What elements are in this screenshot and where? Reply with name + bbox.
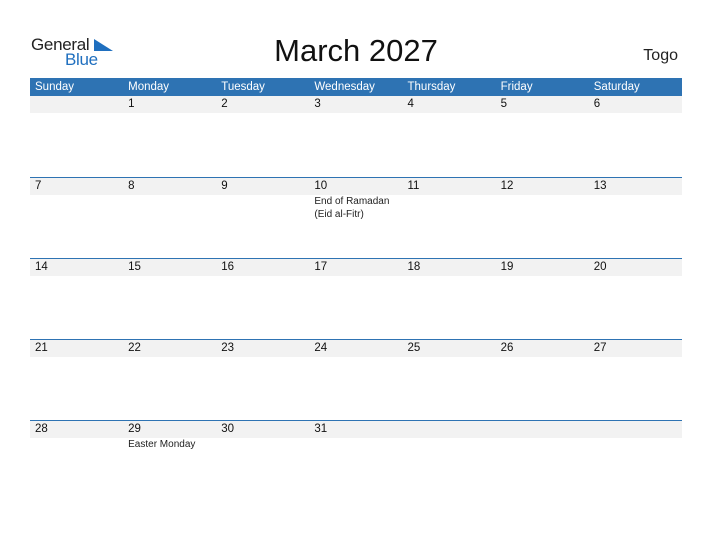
- day-number: 21: [35, 342, 48, 354]
- holiday-label: [589, 438, 682, 451]
- day-number: 11: [407, 180, 420, 192]
- day-number: 30: [221, 423, 235, 435]
- day-number: 13: [593, 180, 607, 192]
- day-number: 17: [314, 261, 328, 273]
- day-number-row: 7 8 9 10 11 12 13: [30, 178, 682, 195]
- day-number: 7: [35, 180, 42, 192]
- weekday-wednesday: Wednesday: [314, 81, 375, 93]
- holiday-label: [403, 438, 496, 451]
- day-number: [30, 96, 123, 113]
- weekday-tuesday: Tuesday: [221, 81, 265, 93]
- day-number: 23: [221, 342, 235, 354]
- weekday-sunday: Sunday: [35, 81, 75, 93]
- day-number-row: 1 2 3 4 5 6: [30, 96, 682, 113]
- day-number-row: 21 22 23 24 25 26 27: [30, 340, 682, 357]
- week-row: 14 15 16 17 18 19 20: [30, 258, 682, 339]
- day-number: 25: [407, 342, 421, 354]
- holiday-label: [216, 438, 309, 451]
- day-number: [496, 421, 589, 438]
- day-number: [403, 421, 496, 438]
- day-number: 19: [500, 261, 514, 273]
- holiday-label: [30, 438, 123, 451]
- weekday-monday: Monday: [128, 81, 170, 93]
- day-number-row: 14 15 16 17 18 19 20: [30, 259, 682, 276]
- day-number: 8: [128, 180, 135, 192]
- event-row: Easter Monday: [30, 438, 682, 451]
- day-number: 16: [221, 261, 235, 273]
- day-number: 4: [407, 98, 414, 110]
- day-number: 5: [500, 98, 508, 110]
- holiday-label: [30, 195, 123, 221]
- holiday-label: [496, 195, 589, 221]
- day-number-row: 28 29 30 31: [30, 421, 682, 438]
- day-number: 15: [128, 261, 141, 273]
- day-number: 22: [128, 342, 141, 354]
- day-number: 18: [407, 261, 421, 273]
- day-number: [589, 421, 682, 438]
- weekday-friday: Friday: [500, 81, 533, 93]
- day-number: 2: [221, 98, 228, 110]
- day-number: 26: [500, 342, 514, 354]
- weekday-thursday: Thursday: [407, 81, 456, 93]
- day-number: 6: [593, 98, 601, 110]
- day-number: 1: [128, 98, 135, 110]
- event-row: End of Ramadan (Eid al-Fitr): [30, 195, 682, 221]
- holiday-label: [589, 195, 682, 221]
- day-number: 10: [314, 180, 328, 192]
- holiday-label: End of Ramadan (Eid al-Fitr): [314, 196, 390, 220]
- holiday-label: [309, 438, 402, 451]
- week-row: 7 8 9 10 11 12 13 End of Ramadan (Eid al-Fitr): [30, 177, 682, 258]
- holiday-label: [123, 195, 216, 221]
- holiday-label: [216, 195, 309, 221]
- day-number: 12: [500, 180, 514, 192]
- weekday-header: Sunday Monday Tuesday Wednesday Thursday…: [30, 78, 682, 96]
- holiday-label: [403, 195, 496, 221]
- day-number: 27: [593, 342, 607, 354]
- day-number: 29: [128, 423, 141, 435]
- day-number: 20: [593, 261, 607, 273]
- day-number: 31: [314, 423, 328, 435]
- week-row: 28 29 30 31 Easter Monday: [30, 420, 682, 501]
- calendar-title: March 2027: [274, 33, 438, 68]
- day-number: 28: [35, 423, 48, 435]
- day-number: 9: [221, 180, 228, 192]
- week-row: 1 2 3 4 5 6: [30, 96, 682, 177]
- country-label: Togo: [643, 47, 678, 64]
- day-number: 14: [35, 261, 48, 273]
- holiday-label: [496, 438, 589, 451]
- day-number: 3: [314, 98, 321, 110]
- weekday-saturday: Saturday: [593, 81, 640, 93]
- day-number: 24: [314, 342, 328, 354]
- week-row: 21 22 23 24 25 26 27: [30, 339, 682, 420]
- holiday-label: Easter Monday: [128, 439, 196, 450]
